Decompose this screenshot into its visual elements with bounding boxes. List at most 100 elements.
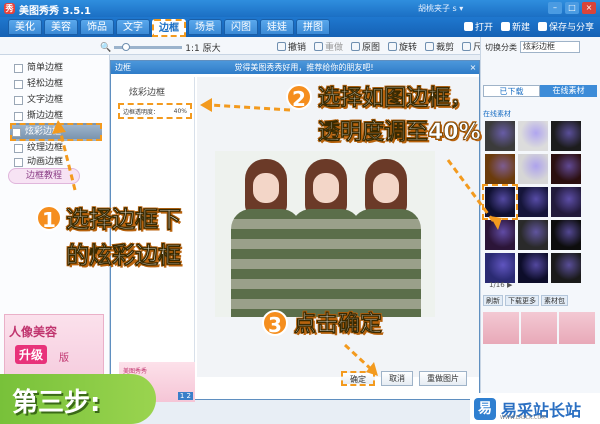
- original-button[interactable]: 原图: [351, 40, 380, 53]
- rotate-button[interactable]: 旋转: [388, 40, 417, 53]
- undo-button[interactable]: 撤销: [277, 40, 306, 53]
- sidebar-item-colorful-border[interactable]: 炫彩边框: [10, 123, 102, 141]
- refresh-button[interactable]: 刷新: [483, 295, 503, 306]
- tab-downloaded[interactable]: 已下载: [483, 85, 540, 97]
- tab-doll[interactable]: 娃娃: [260, 19, 294, 35]
- border-tutorial-button[interactable]: 边框教程: [8, 168, 80, 184]
- tab-flash[interactable]: 闪图: [224, 19, 258, 35]
- opacity-label: 边框透明度：: [123, 108, 160, 116]
- title-bar: 秀 美图秀秀 3.5.1 胡桃夹子 s ▾ – □ ×: [0, 0, 600, 17]
- border-preset[interactable]: [551, 187, 581, 217]
- colorful-border-icon: [12, 127, 21, 137]
- cancel-button[interactable]: 取消: [381, 371, 413, 386]
- site-watermark: 易 易采站长站 WWW.EASCK.COM: [470, 393, 600, 424]
- border-preset[interactable]: [551, 220, 581, 250]
- dialog-message: 觉得美图秀秀好用，推荐给你的朋友吧!: [234, 63, 374, 72]
- border-preset[interactable]: [485, 253, 515, 283]
- material-pack-button[interactable]: 素材包: [541, 295, 568, 306]
- save-share-button[interactable]: 保存与分享: [537, 20, 594, 33]
- undo-icon: [277, 42, 286, 51]
- dialog-title: 边框: [115, 63, 131, 72]
- crop-icon: [425, 42, 435, 51]
- border-preset[interactable]: [551, 253, 581, 283]
- border-preset-selected[interactable]: [482, 184, 518, 220]
- promo-title: 人像美容: [9, 325, 58, 339]
- dialog-heading: 炫彩边框: [129, 88, 166, 98]
- border-preset[interactable]: [518, 154, 548, 184]
- opacity-setting[interactable]: 边框透明度： 40%: [118, 103, 192, 119]
- border-preset[interactable]: [518, 253, 548, 283]
- top-actions: 打开 新建 保存与分享: [463, 20, 594, 33]
- zoom-original-button[interactable]: 1:1 原大: [185, 41, 220, 54]
- step2-number: 2: [286, 84, 312, 111]
- zoom-slider[interactable]: [114, 43, 183, 51]
- category-select[interactable]: 炫彩边框: [520, 41, 580, 53]
- recent-thumbnail[interactable]: [483, 312, 519, 344]
- sidebar-item-animated-border[interactable]: 动画边框: [14, 155, 94, 169]
- tab-online[interactable]: 在线素材: [540, 85, 597, 97]
- tab-collage[interactable]: 拼图: [296, 19, 330, 35]
- main-tab-bar: 美化 美容 饰品 文字 边框 场景 闪图 娃娃 拼图 打开 新建 保存与分享: [0, 17, 600, 37]
- texture-border-icon: [14, 143, 23, 153]
- crop-button[interactable]: 裁剪: [425, 40, 454, 53]
- sidebar-item-text-border[interactable]: 文字边框: [14, 93, 94, 107]
- material-panel: 切换分类 炫彩边框 已下载 在线素材 在线素材 1/16 ▶ 刷新 下载更多 素…: [480, 37, 600, 400]
- sidebar-item-easy-border[interactable]: 轻松边框: [14, 77, 94, 91]
- app-title: 美图秀秀 3.5.1: [19, 6, 91, 17]
- dialog-close-button[interactable]: ×: [467, 61, 479, 74]
- original-icon: [351, 42, 361, 51]
- tab-text[interactable]: 文字: [116, 19, 150, 35]
- material-tabs: 已下载 在线素材: [483, 85, 597, 97]
- category-label: 切换分类: [485, 42, 517, 52]
- online-material-link[interactable]: 在线素材: [483, 109, 511, 119]
- category-switch-row: 切换分类 炫彩边框: [485, 41, 580, 53]
- tab-face[interactable]: 美容: [44, 19, 78, 35]
- border-preset[interactable]: [518, 121, 548, 151]
- recent-thumbnail[interactable]: [521, 312, 557, 344]
- new-button[interactable]: 新建: [500, 20, 530, 33]
- sidebar-item-torn-border[interactable]: 撕边边框: [14, 109, 94, 123]
- edit-tools: 撤销 重做 原图 旋转 裁剪 尺寸: [277, 40, 491, 53]
- thumbnail-pager[interactable]: 1 2: [177, 392, 193, 400]
- border-preset[interactable]: [518, 220, 548, 250]
- tab-scene[interactable]: 场景: [188, 19, 222, 35]
- step2-text-line1: 选择如图边框，: [318, 86, 473, 112]
- opacity-value[interactable]: 40%: [174, 108, 187, 115]
- confirm-button[interactable]: 确定: [341, 371, 375, 386]
- redo-button[interactable]: 重做: [314, 40, 343, 53]
- border-preset[interactable]: [518, 187, 548, 217]
- sidebar-item-texture-border[interactable]: 纹理边框: [14, 141, 94, 155]
- maximize-button[interactable]: □: [565, 2, 579, 14]
- tab-accessory[interactable]: 饰品: [80, 19, 114, 35]
- user-account[interactable]: 胡桃夹子 s ▾: [418, 3, 463, 14]
- step-badge: 第三步:: [0, 374, 156, 424]
- text-border-icon: [14, 95, 23, 105]
- preset-pager[interactable]: 1/16 ▶: [489, 281, 512, 289]
- promo-suffix: 版: [59, 353, 69, 364]
- minimize-button[interactable]: –: [548, 2, 562, 14]
- plus-icon: [500, 22, 510, 31]
- preview-photo: [215, 151, 435, 317]
- open-button[interactable]: 打开: [463, 20, 493, 33]
- tab-border[interactable]: 边框: [152, 19, 186, 37]
- border-preset[interactable]: [485, 154, 515, 184]
- border-preset[interactable]: [485, 121, 515, 151]
- tab-beautify[interactable]: 美化: [8, 19, 42, 35]
- zoom-slider-handle[interactable]: [122, 43, 131, 51]
- step1-text-line2: 的炫彩边框: [66, 243, 182, 270]
- promo-badge: 升级: [15, 345, 48, 364]
- recent-thumbnail[interactable]: [559, 312, 595, 344]
- sidebar-item-simple-border[interactable]: 简单边框: [14, 61, 94, 75]
- zoom-search-icon: 🔍: [100, 42, 112, 53]
- rotate-icon: [388, 42, 398, 51]
- download-more-button[interactable]: 下载更多: [505, 295, 539, 306]
- step3-text: 点击确定: [294, 312, 383, 338]
- border-preset[interactable]: [551, 154, 581, 184]
- recent-thumbnails: [483, 312, 599, 382]
- save-icon: [537, 22, 547, 31]
- close-button[interactable]: ×: [582, 2, 596, 14]
- reset-image-button[interactable]: 重做图片: [419, 371, 467, 386]
- border-preset[interactable]: [551, 121, 581, 151]
- border-preset[interactable]: [485, 220, 515, 250]
- watermark-url: WWW.EASCK.COM: [500, 415, 546, 421]
